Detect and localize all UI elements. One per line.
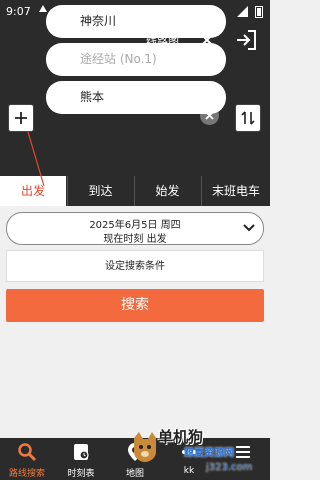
datetime-selector[interactable]: 2025年6月5日 周四 现在时刻 出发	[6, 212, 264, 245]
nav-label: 时刻表	[67, 469, 95, 479]
add-via-button[interactable]	[8, 104, 34, 132]
tab-departure[interactable]: 出发	[0, 176, 66, 206]
exit-icon[interactable]	[234, 28, 258, 52]
search-button[interactable]: 搜索	[6, 289, 264, 322]
swap-icon	[241, 111, 255, 125]
from-station-field[interactable]: 神奈川	[46, 5, 226, 38]
tab-arrival[interactable]: 到达	[67, 176, 133, 206]
nav-timetable[interactable]: 时刻表	[54, 438, 108, 480]
time-text: 现在时刻 出发	[103, 234, 167, 245]
nav-label: 地图	[125, 469, 144, 479]
nav-label: kk	[183, 466, 195, 476]
signal-icon	[237, 6, 248, 17]
dots-icon	[182, 450, 196, 454]
nav-map[interactable]: 地图	[108, 438, 162, 480]
plus-icon	[15, 112, 27, 124]
chevron-down-icon	[243, 224, 255, 232]
bottom-nav: 路线搜索 时刻表 地图 kk	[0, 438, 270, 480]
via-station-field[interactable]: 途经站 (No.1)	[46, 43, 226, 76]
tab-first-train[interactable]: 始发	[134, 176, 200, 206]
status-time: 9:07	[6, 5, 31, 18]
nav-item-5[interactable]	[216, 438, 270, 480]
map-pin-icon	[128, 443, 142, 461]
search-conditions-button[interactable]: 设定搜索条件	[6, 250, 264, 282]
date-text: 2025年6月5日 周四	[89, 220, 181, 231]
more-icon	[236, 446, 250, 458]
search-type-tabs: 出发 到达 始发 末班电车	[0, 176, 270, 206]
swap-stations-button[interactable]	[235, 104, 261, 132]
tab-last-train[interactable]: 末班电车	[201, 176, 270, 206]
battery-icon	[255, 6, 263, 18]
nav-item-4[interactable]: kk	[162, 438, 216, 480]
timetable-icon	[74, 444, 89, 460]
to-station-field[interactable]: 熊本	[46, 81, 226, 114]
nav-label: 路线搜索	[8, 469, 45, 479]
notification-icon	[39, 5, 47, 12]
search-icon	[18, 443, 37, 462]
nav-route-search[interactable]: 路线搜索	[0, 438, 54, 480]
